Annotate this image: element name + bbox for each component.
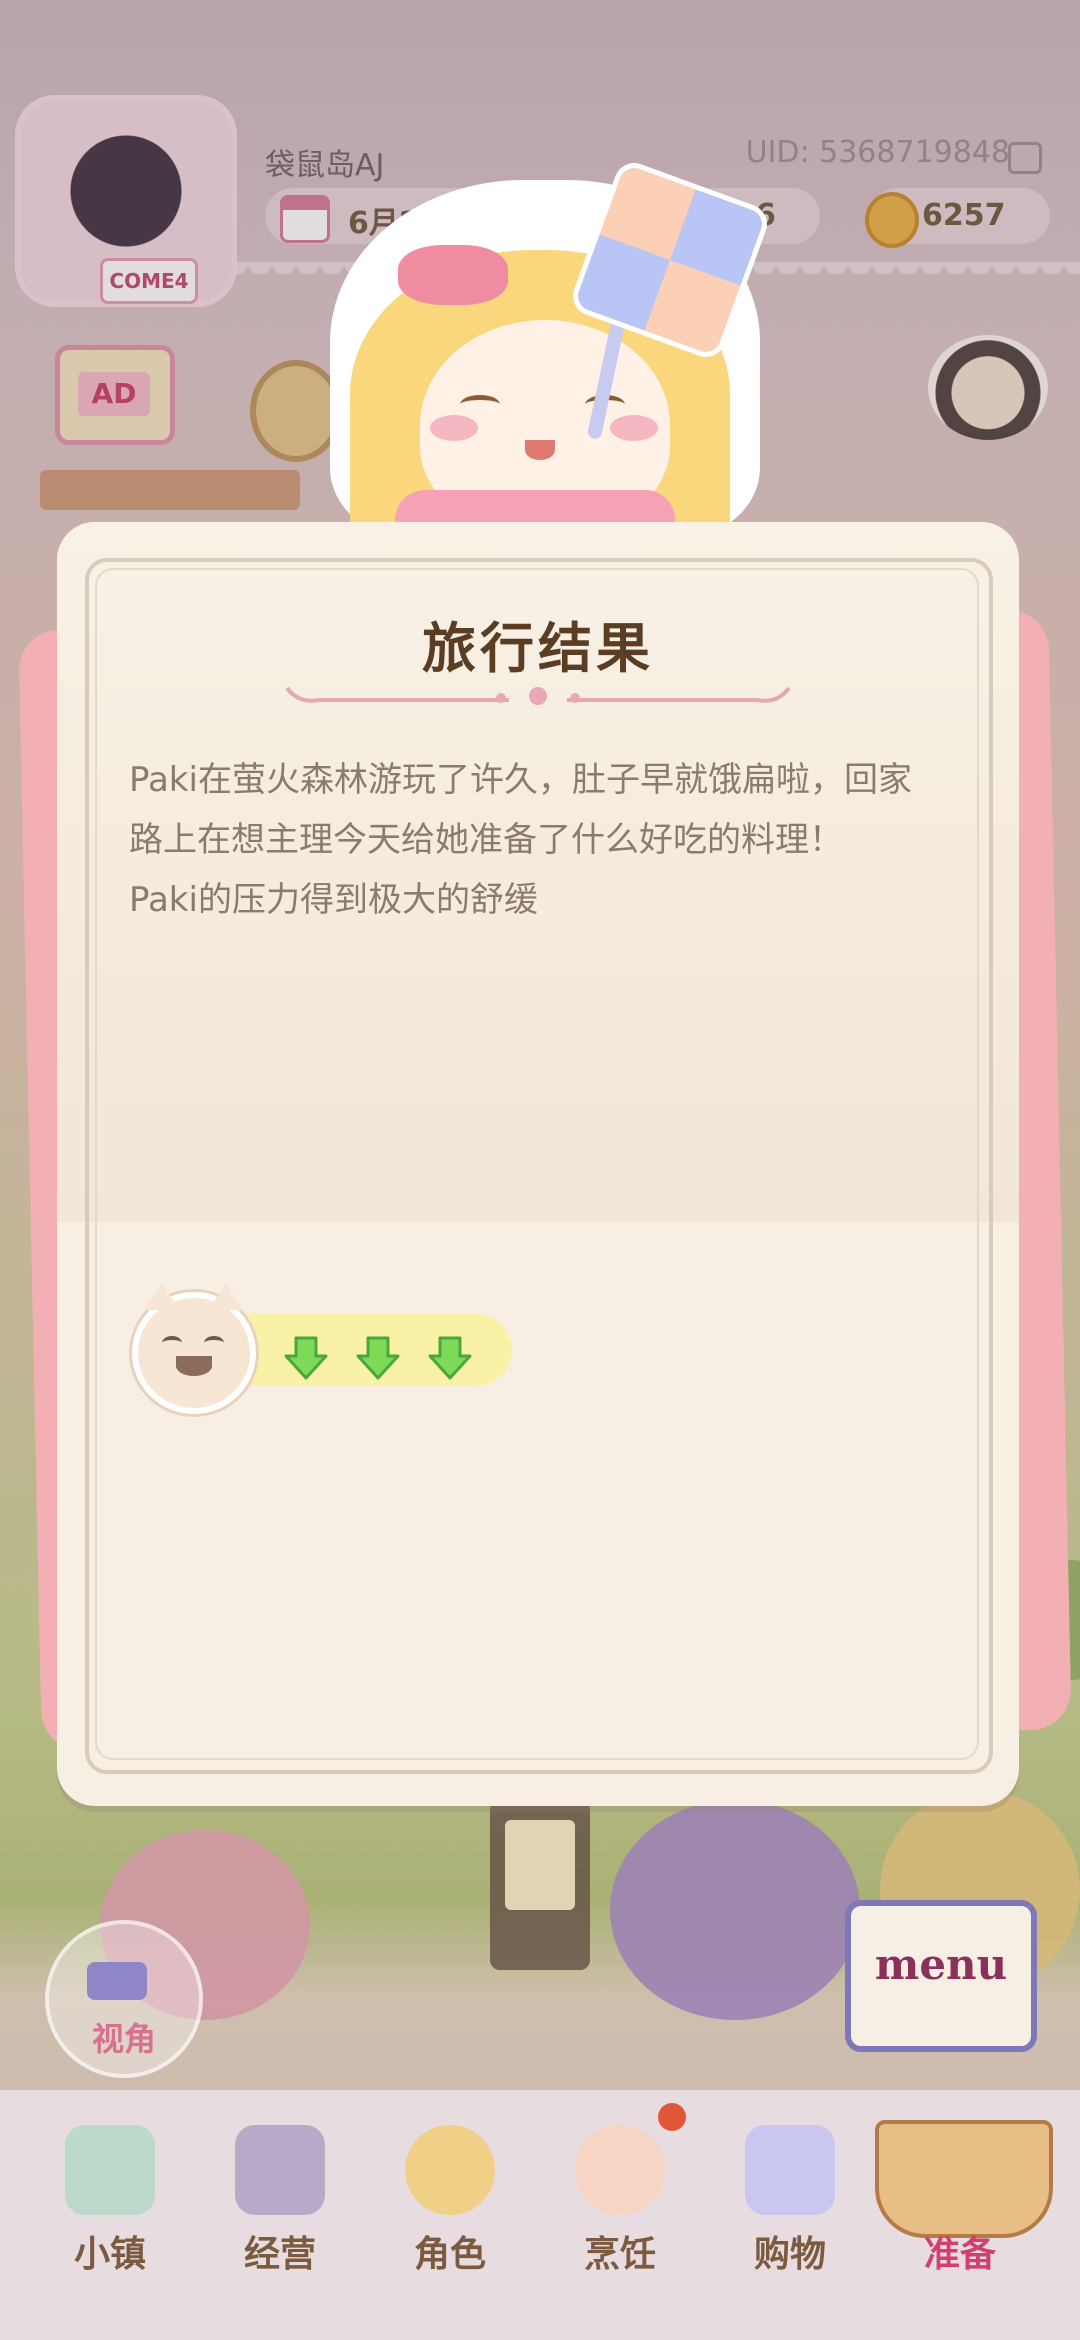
character-blush xyxy=(430,415,478,441)
nav-label: 购物 xyxy=(753,2234,826,2275)
nav-label: 准备 xyxy=(923,2234,996,2275)
camera-label: 视角 xyxy=(91,2020,156,2058)
shopping-bag-icon xyxy=(745,2125,835,2215)
cat-eye xyxy=(204,1336,224,1350)
character-blush xyxy=(610,415,658,441)
bottom-nav-scallop xyxy=(0,2080,1080,2104)
menu-book-button[interactable]: menu xyxy=(845,1900,1037,2052)
nav-item-character[interactable]: 角色 xyxy=(375,2125,525,2295)
nav-item-cooking[interactable]: 烹饪 xyxy=(545,2125,695,2295)
message-line: Paki的压力得到极大的舒缓 xyxy=(129,880,538,920)
nav-label: 经营 xyxy=(243,2234,316,2275)
message-line: 路上在想主理今天给她准备了什么好吃的料理！ xyxy=(129,820,843,860)
nav-label: 小镇 xyxy=(73,2234,146,2275)
notification-dot xyxy=(658,2103,686,2131)
nav-item-business[interactable]: 经营 xyxy=(205,2125,355,2295)
cat-mouth xyxy=(176,1356,212,1376)
character-icon xyxy=(405,2125,495,2215)
nav-item-shopping[interactable]: 购物 xyxy=(715,2125,865,2295)
message-line: Paki在萤火森林游玩了许久，肚子早就饿扁啦，回家 xyxy=(129,760,912,800)
nav-label: 烹饪 xyxy=(583,2234,656,2275)
character-bow xyxy=(398,245,508,305)
sandwich-icon xyxy=(575,2125,665,2215)
down-arrow-icon xyxy=(356,1336,400,1380)
map-icon xyxy=(65,2125,155,2215)
down-arrow-icon xyxy=(428,1336,472,1380)
stress-change-indicator xyxy=(132,1284,527,1414)
travel-result-dialog[interactable]: 旅行结果 Paki在萤火森林游玩了许久，肚子早就饿扁啦，回家 路上在想主理今天给… xyxy=(57,522,1019,1806)
nav-item-town[interactable]: 小镇 xyxy=(35,2125,185,2295)
nav-label: 角色 xyxy=(413,2234,486,2275)
happy-cat-face-icon xyxy=(132,1284,256,1414)
result-message: Paki在萤火森林游玩了许久，肚子早就饿扁啦，回家 路上在想主理今天给她准备了什… xyxy=(129,750,959,930)
cat-eye xyxy=(162,1336,182,1350)
nav-item-prepare[interactable]: 准备 xyxy=(885,2125,1035,2295)
character-eye xyxy=(460,395,500,414)
dialog-frame-inner xyxy=(95,568,979,1760)
title-ornament xyxy=(285,686,791,705)
camera-icon xyxy=(87,1962,147,2000)
menu-label: menu xyxy=(874,1940,1008,1989)
character-mouth xyxy=(525,440,555,460)
camera-view-button[interactable]: 视角 xyxy=(45,1920,203,2078)
dialog-title: 旅行结果 xyxy=(422,617,654,680)
down-arrow-icon xyxy=(284,1336,328,1380)
locked-hat-icon xyxy=(235,2125,325,2215)
